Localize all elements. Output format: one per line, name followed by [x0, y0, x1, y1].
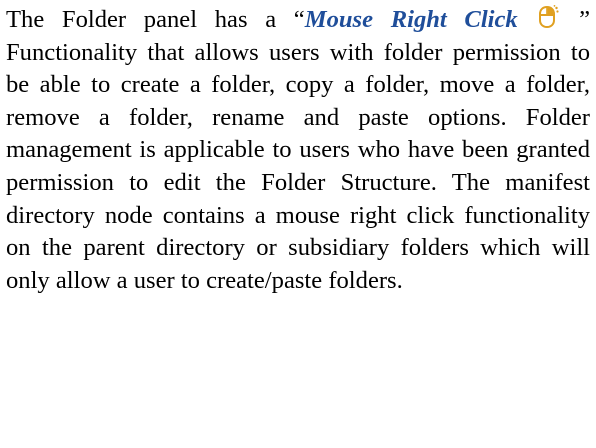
document-page: The Folder panel has a “Mouse Right Clic… — [0, 0, 596, 448]
body-paragraph: The Folder panel has a “Mouse Right Clic… — [6, 4, 590, 297]
paragraph-body: ” Functionality that allows users with f… — [6, 6, 590, 294]
mouse-right-click-icon — [535, 5, 560, 29]
mouse-right-click-label: Mouse Right Click — [304, 6, 518, 33]
paragraph-intro: The Folder panel has a “ — [6, 6, 305, 33]
